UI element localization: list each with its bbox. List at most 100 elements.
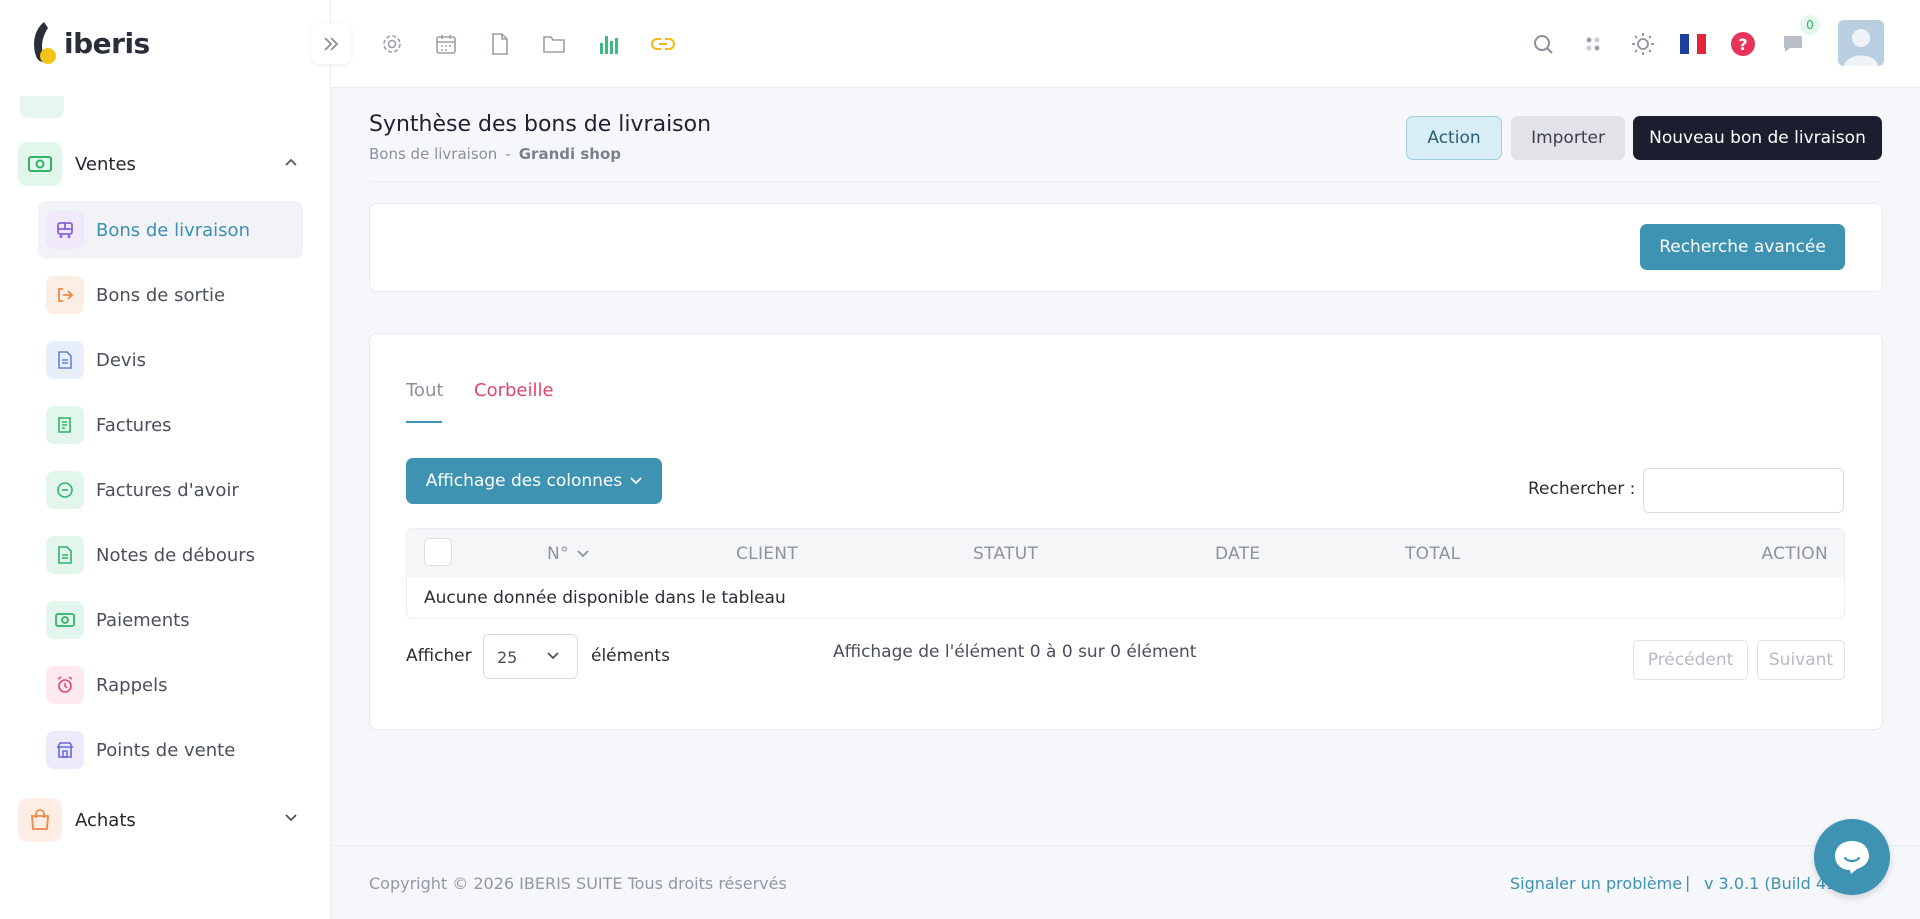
footer-divider (331, 845, 1920, 846)
calendar-icon[interactable] (433, 31, 459, 57)
page-title: Synthèse des bons de livraison (369, 112, 712, 137)
footer-separator: | (1685, 873, 1691, 892)
logo-icon (34, 22, 56, 64)
double-chevron-right-icon (324, 37, 339, 51)
sidebar: iberis Ventes Bons de livraison Bons de … (0, 0, 331, 919)
notification-badge: 0 (1800, 15, 1820, 35)
money-icon (46, 601, 84, 639)
sidebar-item-label: Rappels (96, 674, 168, 696)
sidebar-item-factures[interactable]: Factures (38, 396, 303, 454)
search-label: Rechercher : (1528, 479, 1636, 499)
invoice-icon (46, 406, 84, 444)
sidebar-item-label: Points de vente (96, 739, 236, 761)
sidebar-item-factures-avoir[interactable]: Factures d'avoir (38, 461, 303, 519)
previous-page-button[interactable]: Précédent (1633, 640, 1748, 680)
sidebar-item-label: Devis (96, 349, 146, 371)
store-icon (46, 731, 84, 769)
sidebar-item-bons-de-livraison[interactable]: Bons de livraison (38, 201, 303, 259)
alarm-icon (46, 666, 84, 704)
next-page-button[interactable]: Suivant (1757, 640, 1845, 680)
column-header-number[interactable]: N° (547, 544, 589, 564)
column-header-date[interactable]: DATE (1215, 544, 1260, 564)
breadcrumb-separator: - (505, 145, 511, 163)
chevron-down-icon (547, 652, 559, 660)
sidebar-item-notes-de-debours[interactable]: Notes de débours (38, 526, 303, 584)
page-size-value: 25 (497, 648, 518, 667)
page-size-label: Afficher (406, 646, 472, 666)
tab-active-indicator (406, 421, 442, 423)
sidebar-item-paiements[interactable]: Paiements (38, 591, 303, 649)
shopping-bag-icon (18, 798, 62, 842)
sidebar-section-achats[interactable]: Achats (18, 796, 308, 844)
breadcrumb: Bons de livraison - Grandi shop (369, 145, 621, 163)
link-icon[interactable] (650, 31, 676, 57)
copyright-text: Copyright © 2026 IBERIS SUITE Tous droit… (369, 874, 787, 893)
sidebar-item-label: Notes de débours (96, 544, 256, 566)
note-icon (46, 536, 84, 574)
support-chat-button[interactable] (1814, 819, 1890, 895)
import-button[interactable]: Importer (1511, 116, 1625, 160)
minus-circle-icon (46, 471, 84, 509)
svg-text:?: ? (1738, 35, 1747, 54)
advanced-search-button[interactable]: Recherche avancée (1640, 224, 1845, 270)
document-icon (46, 341, 84, 379)
sidebar-section-ventes[interactable]: Ventes (18, 140, 308, 188)
tab-all[interactable]: Tout (406, 380, 443, 401)
column-visibility-label: Affichage des colonnes (425, 471, 623, 491)
new-delivery-note-button[interactable]: Nouveau bon de livraison (1633, 116, 1882, 160)
column-header-status[interactable]: STATUT (973, 544, 1038, 564)
help-icon[interactable]: ? (1730, 31, 1756, 57)
column-header-action: ACTION (1761, 544, 1828, 564)
apps-icon[interactable] (1580, 31, 1606, 57)
folder-icon[interactable] (541, 31, 567, 57)
sidebar-item-devis[interactable]: Devis (38, 331, 303, 389)
bar-chart-icon[interactable] (596, 31, 622, 57)
settings-icon[interactable] (379, 31, 405, 57)
sidebar-item-label: Factures d'avoir (96, 479, 239, 501)
sidebar-item-bons-de-sortie[interactable]: Bons de sortie (38, 266, 303, 324)
header-divider (369, 181, 1882, 182)
search-input[interactable] (1643, 468, 1844, 513)
sidebar-item-label: Bons de livraison (96, 219, 250, 241)
report-problem-link[interactable]: Signaler un problème (1510, 874, 1682, 893)
logo-text: iberis (64, 26, 150, 60)
flag-fr-icon[interactable] (1680, 31, 1706, 57)
sidebar-item-rappels[interactable]: Rappels (38, 656, 303, 714)
chevron-down-icon (285, 814, 297, 822)
data-table: N° CLIENT STATUT DATE TOTAL ACTION Aucun… (406, 528, 1845, 619)
table-header: N° CLIENT STATUT DATE TOTAL ACTION (407, 529, 1844, 577)
select-all-checkbox[interactable] (424, 538, 452, 566)
user-avatar-icon (1838, 20, 1884, 66)
chevron-down-icon (630, 477, 642, 485)
chat-icon[interactable] (1780, 31, 1806, 57)
elements-label: éléments (591, 646, 670, 666)
search-icon[interactable] (1530, 31, 1556, 57)
chevron-up-icon (285, 158, 297, 166)
chat-bubble-icon (1835, 841, 1869, 874)
avatar[interactable] (1838, 20, 1884, 66)
empty-table-message: Aucune donnée disponible dans le tableau (424, 588, 786, 608)
sidebar-partial-icon (20, 96, 64, 118)
tab-trash[interactable]: Corbeille (474, 380, 554, 401)
action-button[interactable]: Action (1406, 116, 1502, 160)
breadcrumb-current: Grandi shop (518, 145, 622, 163)
table-info: Affichage de l'élément 0 à 0 sur 0 éléme… (833, 642, 1197, 662)
sidebar-item-label: Factures (96, 414, 172, 436)
sort-chevron-icon (577, 550, 589, 558)
exit-icon (46, 276, 84, 314)
sidebar-section-label: Ventes (75, 153, 136, 175)
sidebar-toggle-button[interactable] (311, 24, 351, 64)
column-visibility-button[interactable]: Affichage des colonnes (406, 458, 662, 504)
theme-icon[interactable] (1630, 31, 1656, 57)
sidebar-section-label: Achats (75, 809, 136, 831)
app-logo[interactable]: iberis (30, 20, 150, 66)
column-header-total[interactable]: TOTAL (1405, 544, 1460, 564)
breadcrumb-item[interactable]: Bons de livraison (369, 145, 497, 163)
file-icon[interactable] (487, 31, 513, 57)
sidebar-item-points-de-vente[interactable]: Points de vente (38, 721, 303, 779)
page-size-select[interactable]: 25 (483, 634, 578, 679)
sidebar-item-label: Bons de sortie (96, 284, 226, 306)
column-header-client[interactable]: CLIENT (736, 544, 798, 564)
money-icon (18, 142, 62, 186)
sidebar-item-label: Paiements (96, 609, 190, 631)
